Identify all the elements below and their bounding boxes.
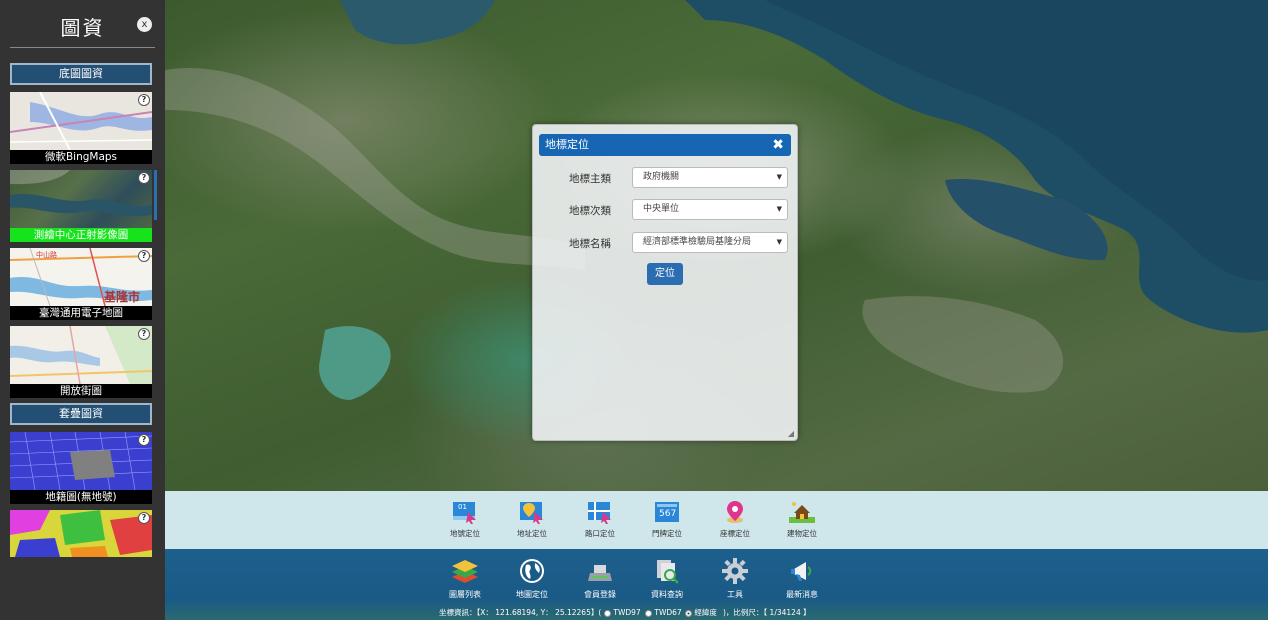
layer-label: 地籍圖(無地號)	[10, 490, 152, 504]
megaphone-icon	[788, 557, 816, 585]
landmark-category-label: 地標主類	[569, 173, 611, 185]
sidebar-close-button[interactable]: x	[137, 17, 152, 32]
tool-label: 門牌定位	[652, 529, 682, 538]
lot-number-icon: 01	[452, 500, 478, 524]
landmark-subcategory-label: 地標次類	[569, 205, 611, 217]
tool-label: 建物定位	[787, 529, 817, 538]
emap-city-label: 基隆市	[104, 290, 141, 304]
tools-button[interactable]: 工具	[707, 557, 763, 600]
overlay-layers-header[interactable]: 套疊圖資	[10, 403, 152, 425]
chevron-down-icon: ▼	[776, 205, 782, 213]
twd67-label: TWD67	[654, 608, 682, 617]
tool-label: 會員登錄	[584, 590, 616, 599]
landmark-subcategory-value: 中央單位	[643, 204, 680, 214]
landmark-category-value: 政府機關	[643, 172, 680, 182]
intersection-icon	[587, 500, 613, 524]
landmark-name-value: 經濟部標準檢驗局基隆分局	[643, 237, 752, 247]
orthophoto-thumbnail: ?	[10, 170, 152, 228]
intersection-locate-button[interactable]: 路口定位	[575, 500, 625, 539]
base-layer-emap[interactable]: 中山路 基隆市 ? 臺灣通用電子地圖	[10, 248, 152, 320]
address-locate-button[interactable]: 地址定位	[507, 500, 557, 539]
building-icon	[789, 500, 815, 524]
member-login-icon	[586, 557, 614, 585]
osm-thumbnail: ?	[10, 326, 152, 384]
address-pin-icon	[519, 500, 545, 524]
lot-locate-button[interactable]: 01 地號定位	[440, 500, 490, 539]
emap-thumbnail: 中山路 基隆市 ?	[10, 248, 152, 306]
scale-readout: )，比例尺：【 1/34124 】	[723, 608, 811, 617]
base-layer-orthophoto[interactable]: ? 測繪中心正射影像圖	[10, 170, 152, 242]
twd97-label: TWD97	[613, 608, 641, 617]
base-layer-osm[interactable]: ? 開放街圖	[10, 326, 152, 398]
tool-label: 地址定位	[517, 529, 547, 538]
main-toolbar: 圖層列表 地圖定位 會員登錄 資料查詢 工具 最新消息 坐標資訊：【X： 121…	[165, 549, 1268, 620]
doorplate-icon: 567	[654, 500, 680, 524]
coordinate-locate-button[interactable]: 座標定位	[710, 500, 760, 539]
building-locate-button[interactable]: 建物定位	[777, 500, 827, 539]
help-icon[interactable]: ?	[138, 512, 150, 524]
base-layers-header[interactable]: 底圖圖資	[10, 63, 152, 85]
layer-label: 開放街圖	[10, 384, 152, 398]
zoning-thumbnail: ?	[10, 510, 152, 557]
tool-label: 路口定位	[585, 529, 615, 538]
help-icon[interactable]: ?	[138, 94, 150, 106]
layer-label: 微軟BingMaps	[10, 150, 152, 164]
globe-icon	[518, 557, 546, 585]
doorplate-icon-text: 567	[659, 509, 677, 519]
landmark-subcategory-select[interactable]: 中央單位 ▼	[632, 199, 788, 220]
sidebar-divider	[10, 47, 155, 48]
tool-label: 最新消息	[786, 590, 818, 599]
twd97-radio[interactable]: TWD97	[604, 606, 641, 620]
twd67-radio[interactable]: TWD67	[645, 606, 682, 620]
dialog-title: 地標定位	[545, 138, 589, 151]
landmark-name-label: 地標名稱	[569, 238, 611, 250]
member-login-button[interactable]: 會員登錄	[572, 557, 628, 600]
tool-label: 地號定位	[450, 529, 480, 538]
landmark-name-select[interactable]: 經濟部標準檢驗局基隆分局 ▼	[632, 232, 788, 253]
tool-label: 座標定位	[720, 529, 750, 538]
locate-toolbar: 01 地號定位 地址定位 路口定位 567 門牌定位 座標定位 建物定位	[165, 491, 1268, 549]
status-bar: 坐標資訊：【X： 121.68194, Y： 25.12265】( TWD97 …	[165, 606, 1268, 620]
close-icon[interactable]: ✖	[772, 134, 784, 156]
wgs-label: 經緯度	[694, 608, 717, 617]
tool-label: 資料查詢	[651, 590, 683, 599]
tool-label: 工具	[727, 590, 743, 599]
chevron-down-icon: ▼	[776, 173, 782, 181]
base-layer-bing[interactable]: ? 微軟BingMaps	[10, 92, 152, 164]
lot-icon-text: 01	[458, 503, 467, 511]
help-icon[interactable]: ?	[138, 250, 150, 262]
emap-road-label: 中山路	[36, 251, 57, 259]
tool-label: 圖層列表	[449, 590, 481, 599]
help-icon[interactable]: ?	[138, 328, 150, 340]
layer-label: 臺灣通用電子地圖	[10, 306, 152, 320]
bing-thumbnail: ?	[10, 92, 152, 150]
layer-list-button[interactable]: 圖層列表	[437, 557, 493, 600]
tool-label: 地圖定位	[516, 590, 548, 599]
landmark-locate-dialog: 地標定位 ✖ 地標主類 政府機關 ▼ 地標次類 中央單位 ▼ 地標名稱 經濟部標…	[532, 124, 798, 441]
data-query-button[interactable]: 資料查詢	[639, 557, 695, 600]
chevron-down-icon: ▼	[776, 238, 782, 246]
locate-button[interactable]: 定位	[647, 263, 683, 285]
cadastral-thumbnail: ?	[10, 432, 152, 490]
wgs-radio[interactable]: 經緯度	[685, 606, 717, 620]
coordinate-readout: 坐標資訊：【X： 121.68194, Y： 25.12265】(	[439, 608, 602, 617]
layer-sidebar: 圖資 x 底圖圖資 ? 微軟BingMaps ? 測繪中心正射影像圖 中山路 基…	[0, 0, 165, 620]
gear-icon	[721, 557, 749, 585]
sidebar-scroll-indicator[interactable]	[154, 170, 157, 220]
data-query-icon	[653, 557, 681, 585]
landmark-category-select[interactable]: 政府機關 ▼	[632, 167, 788, 188]
doorplate-locate-button[interactable]: 567 門牌定位	[642, 500, 692, 539]
news-button[interactable]: 最新消息	[774, 557, 830, 600]
resize-grip-icon[interactable]: ◢	[788, 429, 794, 438]
overlay-layer-zoning[interactable]: ?	[10, 510, 152, 557]
map-locate-button[interactable]: 地圖定位	[504, 557, 560, 600]
overlay-layer-cadastral[interactable]: ? 地籍圖(無地號)	[10, 432, 152, 504]
help-icon[interactable]: ?	[138, 172, 150, 184]
coordinate-pin-icon	[722, 500, 748, 524]
dialog-header[interactable]: 地標定位 ✖	[539, 134, 791, 156]
layer-label: 測繪中心正射影像圖	[10, 228, 152, 242]
layers-icon	[451, 557, 479, 585]
help-icon[interactable]: ?	[138, 434, 150, 446]
